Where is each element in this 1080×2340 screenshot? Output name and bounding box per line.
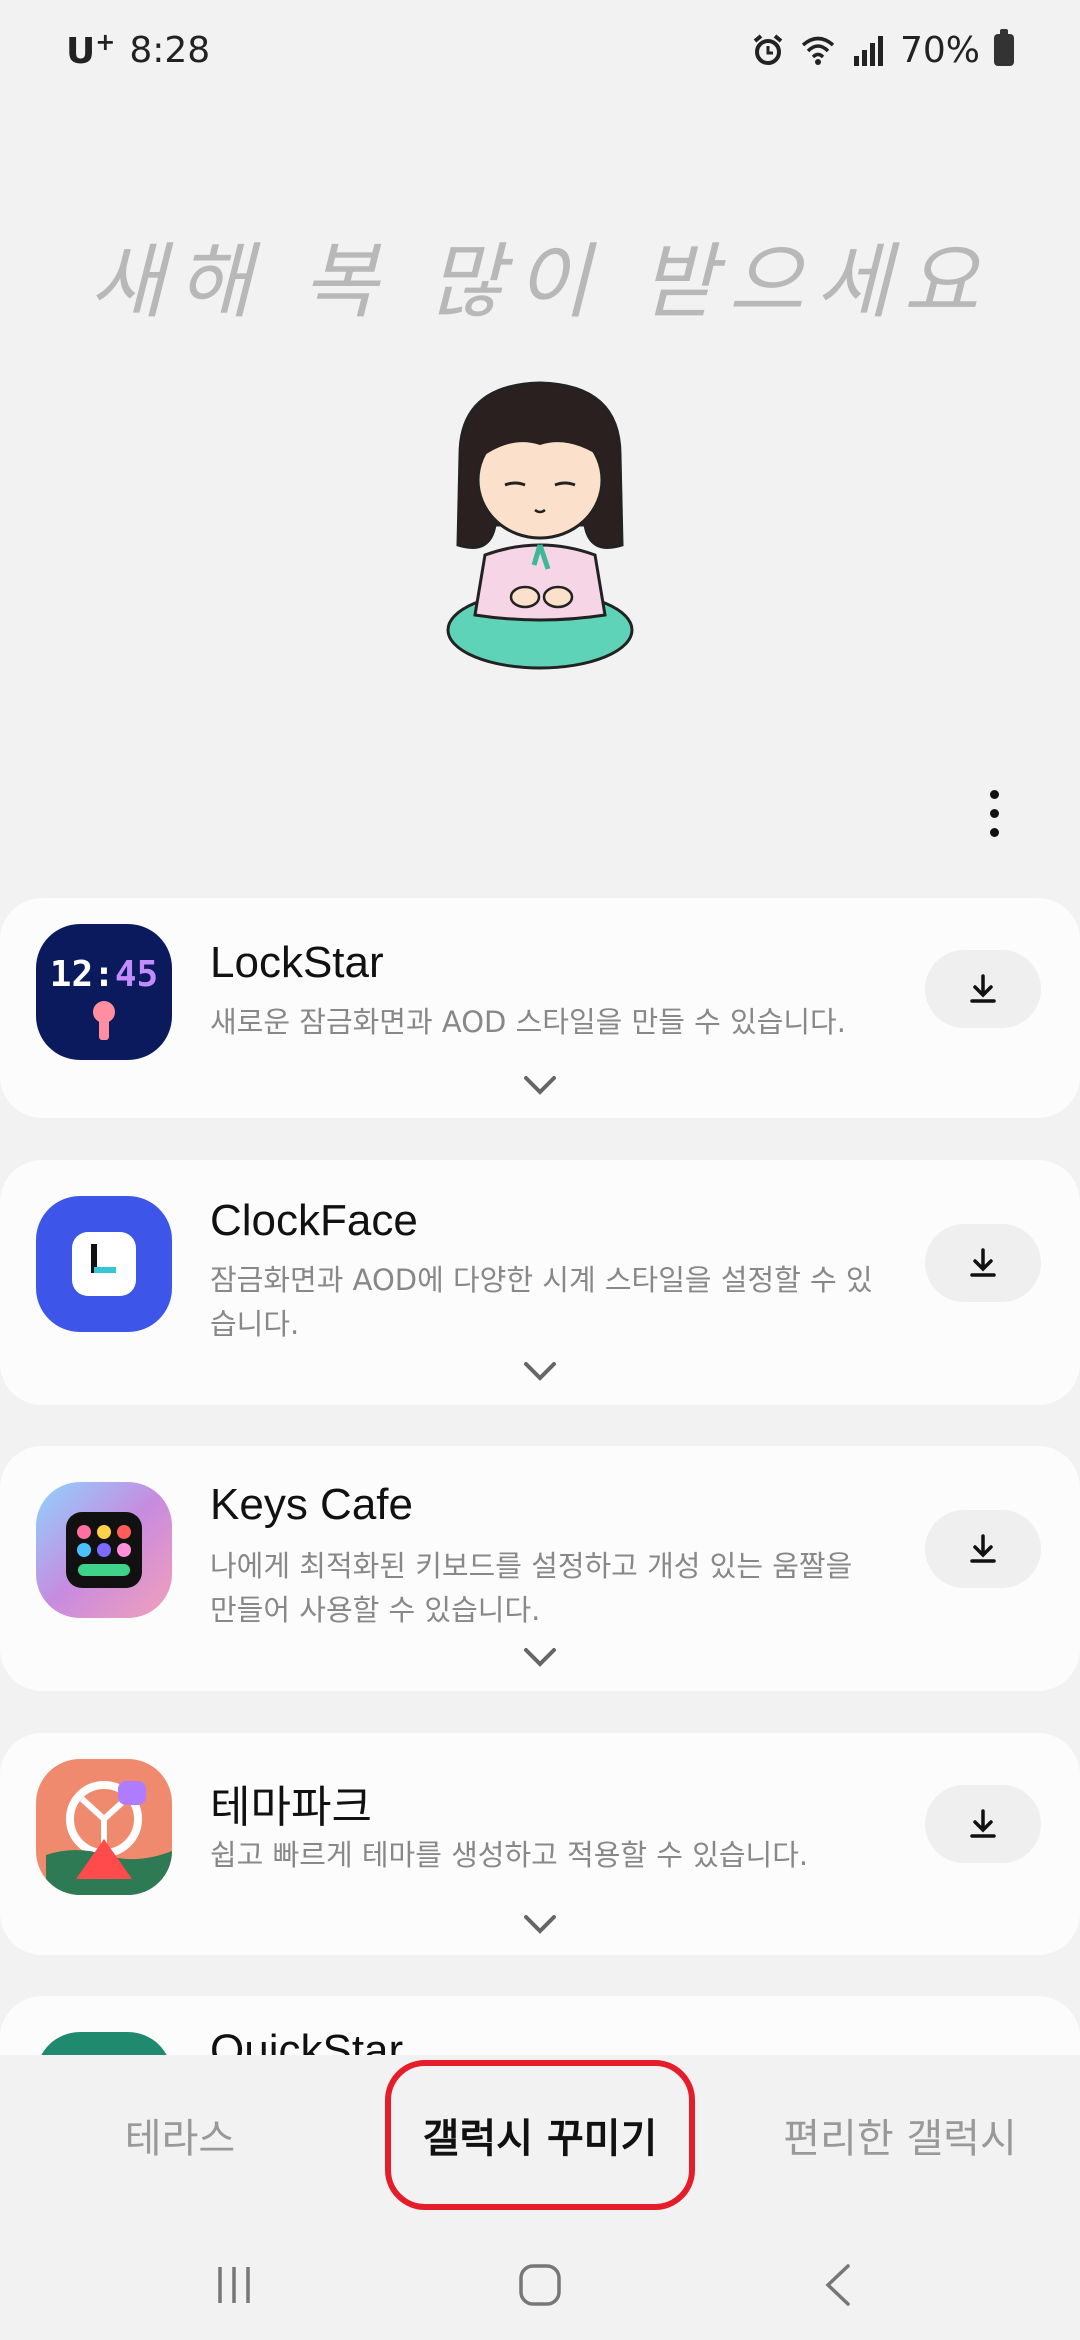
more-options-icon [989,789,999,799]
app-title: ClockFace [210,1196,418,1245]
battery-percent: 70% [899,29,980,71]
lockstar-app-icon: 12:45 [36,924,172,1060]
back-icon [825,2264,850,2306]
app-title: LockStar [210,938,384,987]
home-button[interactable] [510,2255,570,2315]
signal-icon [853,36,883,66]
app-description: 나에게 최적화된 키보드를 설정하고 개성 있는 움짤을 만들어 사용할 수 있… [210,1549,853,1627]
battery-icon [994,29,1014,66]
more-options-button[interactable] [964,778,1024,848]
keyscafe-app-icon [36,1482,172,1618]
download-button[interactable] [925,1224,1041,1302]
app-title: Keys Cafe [210,1480,413,1529]
app-card-themepark[interactable]: 테마파크 쉽고 빠르게 테마를 생성하고 적용할 수 있습니다. [0,1733,1080,1955]
clockface-app-icon [36,1196,172,1332]
download-button[interactable] [925,1785,1041,1863]
chevron-down-icon[interactable] [520,1642,560,1672]
tab-convenient-galaxy[interactable]: 편리한 갤럭시 [760,2095,1040,2175]
wifi-icon [801,36,835,65]
download-icon [970,974,996,1003]
app-card-lockstar[interactable]: 12:45 LockStar 새로운 잠금화면과 AOD 스타일을 만들 수 있… [0,898,1080,1118]
app-description: 잠금화면과 AOD에 다양한 시계 스타일을 설정할 수 있습니다. [210,1263,873,1341]
download-button[interactable] [925,1510,1041,1588]
chevron-down-icon[interactable] [520,1356,560,1386]
download-icon [970,1248,996,1277]
app-card-clockface[interactable]: ClockFace 잠금화면과 AOD에 다양한 시계 스타일을 설정할 수 있… [0,1160,1080,1405]
carrier-label: U+ [66,28,116,72]
home-icon [519,2264,561,2306]
chevron-down-icon[interactable] [520,1909,560,1939]
status-bar: U+ 8:28 70% [0,0,1080,100]
chevron-down-icon[interactable] [520,1070,560,1100]
app-description: 새로운 잠금화면과 AOD 스타일을 만들 수 있습니다. [210,1005,846,1039]
download-icon [970,1809,996,1838]
back-button[interactable] [808,2255,868,2315]
clock-time: 8:28 [129,29,211,71]
app-title: 테마파크 [210,1783,372,1832]
alarm-icon [753,34,783,65]
recent-apps-button[interactable] [204,2255,264,2315]
tab-terrace[interactable]: 테라스 [80,2095,280,2175]
download-button[interactable] [925,950,1041,1028]
active-tab-highlight [385,2060,695,2210]
app-card-keyscafe[interactable]: Keys Cafe 나에게 최적화된 키보드를 설정하고 개성 있는 움짤을 만… [0,1446,1080,1691]
app-description: 쉽고 빠르게 테마를 생성하고 적용할 수 있습니다. [210,1838,809,1872]
character-illustration [446,381,634,670]
download-icon [970,1534,996,1563]
themepark-app-icon [36,1759,172,1895]
greeting-banner: 새해 복 많이 받으세요 [89,235,991,330]
svg-text:12:45: 12:45 [50,954,158,995]
system-nav-bar [0,2235,1080,2335]
recent-apps-icon [218,2267,250,2303]
